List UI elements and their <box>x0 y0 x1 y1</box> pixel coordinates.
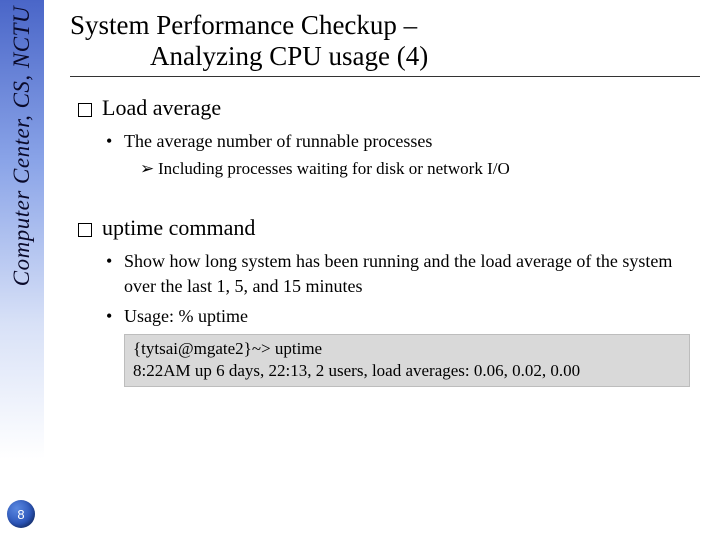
section-heading-uptime: uptime command <box>78 215 700 241</box>
dot-bullet-icon: • <box>106 304 124 328</box>
sub-bullet-text: Including processes waiting for disk or … <box>158 159 510 179</box>
page-number: 8 <box>17 507 24 522</box>
bullet-item: • Usage: % uptime <box>106 304 700 328</box>
title-line-1: System Performance Checkup – <box>70 10 700 41</box>
terminal-output-box: {tytsai@mgate2}~> uptime 8:22AM up 6 day… <box>124 334 690 387</box>
sub-bullet-item: ➢ Including processes waiting for disk o… <box>140 159 700 179</box>
arrow-bullet-icon: ➢ <box>140 159 158 179</box>
bullet-item: • Show how long system has been running … <box>106 249 700 298</box>
slide: Computer Center, CS, NCTU 8 System Perfo… <box>0 0 720 540</box>
sidebar-label-container: Computer Center, CS, NCTU <box>0 0 44 540</box>
bullet-item: • The average number of runnable process… <box>106 129 700 153</box>
spacer <box>78 183 700 201</box>
section-heading-load-average: Load average <box>78 95 700 121</box>
content-area: System Performance Checkup – Analyzing C… <box>70 10 700 530</box>
bullet-text: Usage: % uptime <box>124 304 248 328</box>
title-underline <box>70 76 700 77</box>
page-number-badge: 8 <box>7 500 35 528</box>
title-line-2: Analyzing CPU usage (4) <box>70 41 700 72</box>
code-line: {tytsai@mgate2}~> uptime <box>133 338 681 360</box>
bullet-text: The average number of runnable processes <box>124 129 432 153</box>
sidebar-label: Computer Center, CS, NCTU <box>9 0 35 292</box>
bullet-text: Show how long system has been running an… <box>124 249 700 298</box>
dot-bullet-icon: • <box>106 249 124 298</box>
dot-bullet-icon: • <box>106 129 124 153</box>
square-bullet-icon <box>78 103 92 117</box>
heading-text: Load average <box>102 95 221 121</box>
square-bullet-icon <box>78 223 92 237</box>
heading-text: uptime command <box>102 215 255 241</box>
body: Load average • The average number of run… <box>70 95 700 387</box>
code-line: 8:22AM up 6 days, 22:13, 2 users, load a… <box>133 360 681 382</box>
